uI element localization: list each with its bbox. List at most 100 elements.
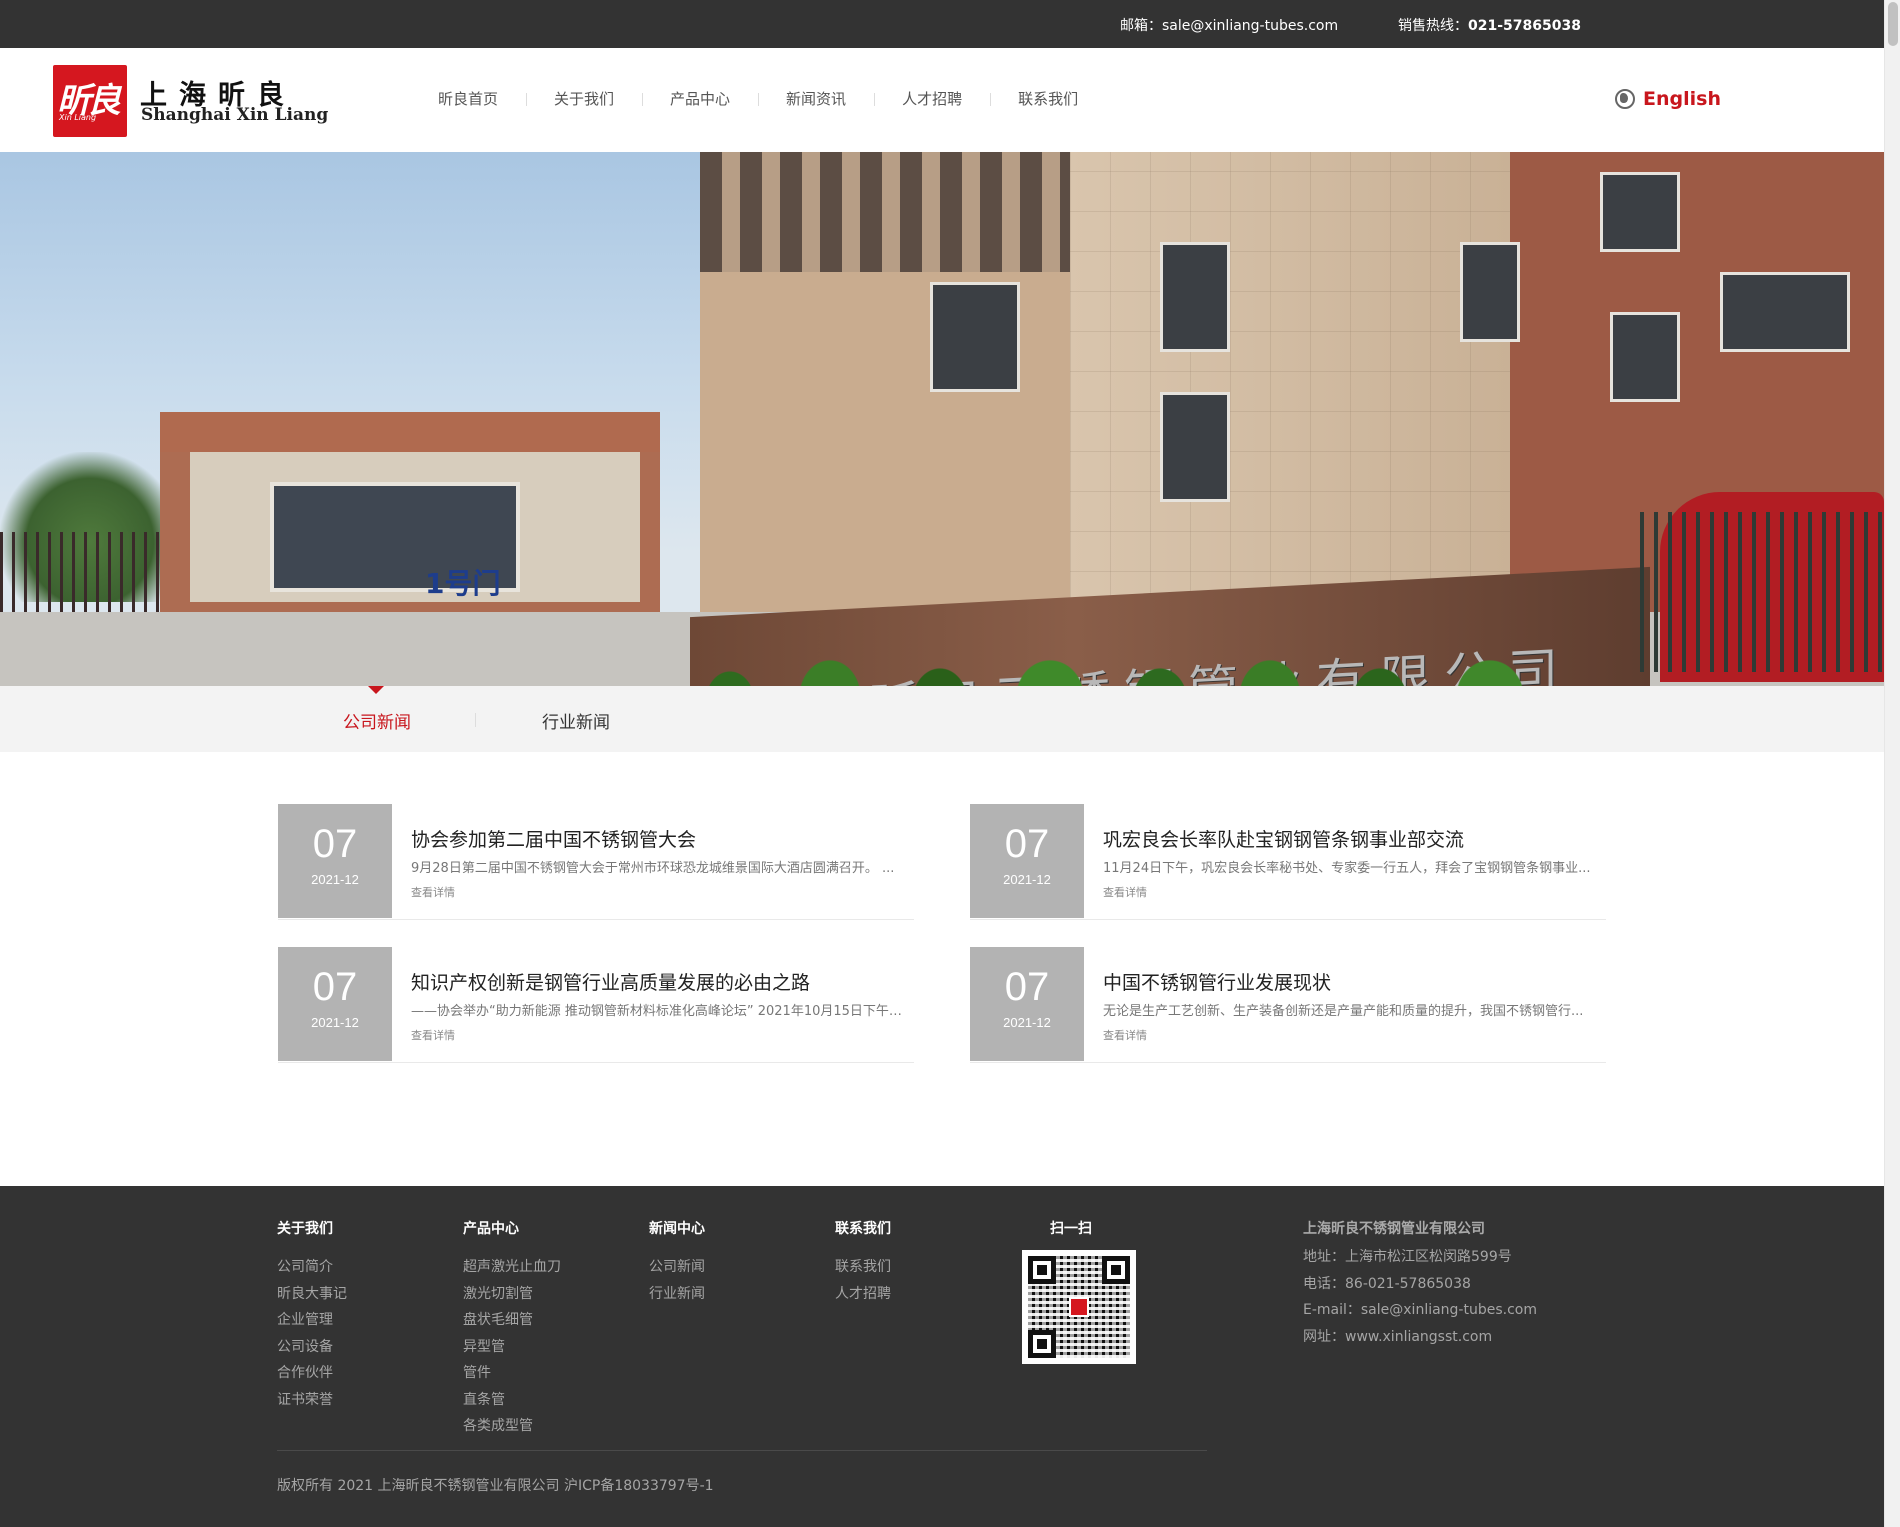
footer-link[interactable]: 公司简介 xyxy=(277,1254,347,1281)
footer-link[interactable]: 人才招聘 xyxy=(835,1281,891,1308)
active-tab-indicator xyxy=(368,686,384,694)
footer-link[interactable]: 异型管 xyxy=(463,1334,561,1361)
footer-link[interactable]: 各类成型管 xyxy=(463,1413,561,1440)
footer-email[interactable]: E-mail：sale@xinliang-tubes.com xyxy=(1303,1297,1537,1324)
nav-contact[interactable]: 联系我们 xyxy=(990,88,1106,110)
plants xyxy=(690,642,1590,686)
logo-mark-small-text: Xin Liang xyxy=(59,113,97,122)
footer-link[interactable]: 联系我们 xyxy=(835,1254,891,1281)
footer-company-name: 上海昕良不锈钢管业有限公司 xyxy=(1303,1221,1485,1237)
date-badge: 07 2021-12 xyxy=(278,947,392,1061)
date-badge: 07 2021-12 xyxy=(970,804,1084,918)
gatehouse xyxy=(160,412,660,612)
nav-home[interactable]: 昕良首页 xyxy=(410,88,526,110)
news-category-tabs: 公司新闻 行业新闻 xyxy=(0,686,1884,752)
footer-link[interactable]: 盘状毛细管 xyxy=(463,1307,561,1334)
read-more-link[interactable]: 查看详情 xyxy=(411,884,455,900)
footer-link[interactable]: 昕良大事记 xyxy=(277,1281,347,1308)
copyright: 版权所有 2021 上海昕良不锈钢管业有限公司 沪ICP备18033797号-1 xyxy=(277,1478,714,1494)
news-summary: 9月28日第二届中国不锈钢管大会于常州市环球恐龙城维景国际大酒店圆满召开。 ..… xyxy=(411,861,895,876)
footer-contact-info: 上海昕良不锈钢管业有限公司 地址：上海市松江区松闵路599号 电话：86-021… xyxy=(1303,1218,1537,1350)
window xyxy=(1160,392,1230,502)
date-day: 07 xyxy=(312,822,358,866)
window xyxy=(1600,172,1680,252)
read-more-link[interactable]: 查看详情 xyxy=(1103,884,1147,900)
footer-link[interactable]: 超声激光止血刀 xyxy=(463,1254,561,1281)
footer-link[interactable]: 合作伙伴 xyxy=(277,1360,347,1387)
news-title[interactable]: 协会参加第二届中国不锈钢管大会 xyxy=(411,825,911,852)
nav-news[interactable]: 新闻资讯 xyxy=(758,88,874,110)
qr-logo-icon xyxy=(1069,1297,1089,1317)
tab-industry-news[interactable]: 行业新闻 xyxy=(542,708,610,733)
footer-link[interactable]: 证书荣誉 xyxy=(277,1387,347,1414)
window xyxy=(1720,272,1850,352)
qr-code xyxy=(1022,1250,1136,1364)
footer-link[interactable]: 管件 xyxy=(463,1360,561,1387)
news-item[interactable]: 07 2021-12 协会参加第二届中国不锈钢管大会 9月28日第二届中国不锈钢… xyxy=(278,804,914,920)
gate-number-sign: 1号门 xyxy=(425,567,501,600)
date-day: 07 xyxy=(1004,822,1050,866)
language-label: English xyxy=(1643,88,1721,110)
date-badge: 07 2021-12 xyxy=(278,804,392,918)
tab-divider xyxy=(475,713,476,727)
news-item[interactable]: 07 2021-12 巩宏良会长率队赴宝钢钢管条钢事业部交流 11月24日下午，… xyxy=(970,804,1606,920)
date-month: 2021-12 xyxy=(311,872,359,887)
footer-link[interactable]: 行业新闻 xyxy=(649,1281,705,1308)
nav-careers[interactable]: 人才招聘 xyxy=(874,88,990,110)
footer-heading: 关于我们 xyxy=(277,1221,333,1237)
footer-website[interactable]: 网址：www.xinliangsst.com xyxy=(1303,1324,1537,1351)
language-switch[interactable]: English xyxy=(1615,88,1721,110)
date-day: 07 xyxy=(312,965,358,1009)
footer-link[interactable]: 公司设备 xyxy=(277,1334,347,1361)
nav-about[interactable]: 关于我们 xyxy=(526,88,642,110)
date-month: 2021-12 xyxy=(311,1015,359,1030)
footer-link[interactable]: 直条管 xyxy=(463,1387,561,1414)
footer-link[interactable]: 企业管理 xyxy=(277,1307,347,1334)
hotline-number[interactable]: 021-57865038 xyxy=(1468,18,1581,34)
news-summary: ——协会举办“助力新能源 推动钢管新材料标准化高峰论坛” 2021年10月15日… xyxy=(411,1004,911,1019)
footer-heading: 新闻中心 xyxy=(649,1221,705,1237)
window xyxy=(930,282,1020,392)
footer-column-news: 新闻中心 公司新闻 行业新闻 xyxy=(649,1218,705,1307)
topbar-email[interactable]: 邮箱：sale@xinliang-tubes.com xyxy=(1120,15,1338,35)
hero-banner-image: 1号门 上海昕良不锈钢管业有限公司 xyxy=(0,152,1884,686)
date-month: 2021-12 xyxy=(1003,872,1051,887)
date-day: 07 xyxy=(1004,965,1050,1009)
footer-address: 地址：上海市松江区松闵路599号 xyxy=(1303,1249,1512,1265)
news-title[interactable]: 知识产权创新是钢管行业高质量发展的必由之路 xyxy=(411,968,911,995)
window xyxy=(1610,312,1680,402)
footer-link[interactable]: 公司新闻 xyxy=(649,1254,705,1281)
main-nav: 昕良首页 关于我们 产品中心 新闻资讯 人才招聘 联系我们 xyxy=(410,88,1106,110)
footer-link[interactable]: 激光切割管 xyxy=(463,1281,561,1308)
footer-column-about: 关于我们 公司简介 昕良大事记 企业管理 公司设备 合作伙伴 证书荣誉 xyxy=(277,1218,347,1413)
news-item[interactable]: 07 2021-12 知识产权创新是钢管行业高质量发展的必由之路 ——协会举办“… xyxy=(278,947,914,1063)
hotline-label: 销售热线： xyxy=(1398,18,1468,34)
news-summary: 无论是生产工艺创新、生产装备创新还是产量产能和质量的提升，我国不锈钢管行... xyxy=(1103,1004,1584,1019)
nav-products[interactable]: 产品中心 xyxy=(642,88,758,110)
sliding-gate xyxy=(1640,512,1884,672)
footer-column-products: 产品中心 超声激光止血刀 激光切割管 盘状毛细管 异型管 管件 直条管 各类成型… xyxy=(463,1218,561,1440)
topbar-hotline: 销售热线：021-57865038 xyxy=(1398,15,1581,35)
site-header: 昕良 Xin Liang 上海昕良 Shanghai Xin Liang 昕良首… xyxy=(0,48,1884,152)
date-badge: 07 2021-12 xyxy=(970,947,1084,1061)
logo-english-name[interactable]: Shanghai Xin Liang xyxy=(141,105,328,125)
scrollbar-thumb[interactable] xyxy=(1888,2,1898,46)
date-month: 2021-12 xyxy=(1003,1015,1051,1030)
window xyxy=(1160,242,1230,352)
footer-column-contact: 联系我们 联系我们 人才招聘 xyxy=(835,1218,891,1307)
news-summary: 11月24日下午，巩宏良会长率秘书处、专家委一行五人，拜会了宝钢钢管条钢事业..… xyxy=(1103,861,1591,876)
news-title[interactable]: 中国不锈钢管行业发展现状 xyxy=(1103,968,1603,995)
footer-heading: 联系我们 xyxy=(835,1221,891,1237)
top-bar: 邮箱：sale@xinliang-tubes.com 销售热线：021-5786… xyxy=(0,0,1884,48)
read-more-link[interactable]: 查看详情 xyxy=(1103,1027,1147,1043)
read-more-link[interactable]: 查看详情 xyxy=(411,1027,455,1043)
window xyxy=(1460,242,1520,342)
page-scrollbar[interactable] xyxy=(1884,0,1900,1527)
site-footer: 关于我们 公司简介 昕良大事记 企业管理 公司设备 合作伙伴 证书荣誉 产品中心… xyxy=(0,1186,1884,1527)
footer-divider xyxy=(277,1450,1207,1451)
tab-company-news[interactable]: 公司新闻 xyxy=(343,708,411,733)
logo-mark[interactable]: 昕良 Xin Liang xyxy=(53,65,127,137)
footer-heading: 产品中心 xyxy=(463,1221,519,1237)
news-item[interactable]: 07 2021-12 中国不锈钢管行业发展现状 无论是生产工艺创新、生产装备创新… xyxy=(970,947,1606,1063)
news-title[interactable]: 巩宏良会长率队赴宝钢钢管条钢事业部交流 xyxy=(1103,825,1603,852)
